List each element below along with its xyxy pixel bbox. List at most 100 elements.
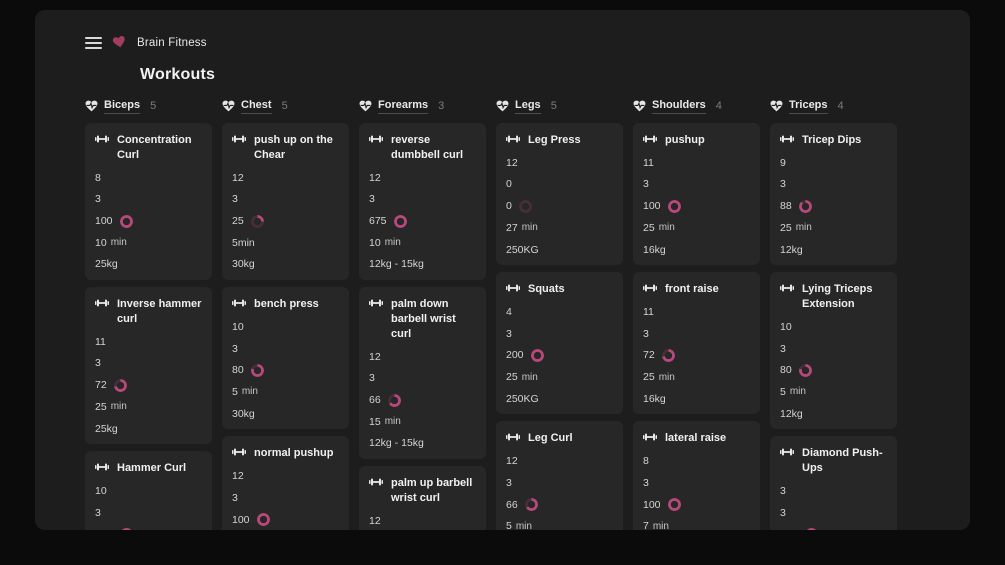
- dumbbell-icon: [232, 298, 246, 308]
- sets-value: 3: [232, 492, 339, 505]
- dumbbell-icon: [369, 298, 383, 308]
- reps-value: 10: [232, 321, 339, 334]
- sets-value: 3: [369, 372, 476, 385]
- column-count-badge: 5: [551, 100, 557, 112]
- time-unit: min: [659, 372, 675, 384]
- column-name: Chest: [241, 99, 272, 114]
- dumbbell-icon: [369, 134, 383, 144]
- workout-name: bench press: [254, 297, 319, 312]
- time-value: 5: [780, 386, 786, 399]
- progress-value: 0: [506, 200, 512, 213]
- weight-value: 30kg: [232, 408, 339, 421]
- time-stat: 27 min: [506, 222, 613, 235]
- column-header[interactable]: Triceps 4: [770, 98, 897, 114]
- column-count-badge: 4: [838, 100, 844, 112]
- time-value: 15: [369, 416, 381, 429]
- workout-board: Biceps 5 Concentration Curl 8 3 100 10: [85, 98, 970, 530]
- workout-card[interactable]: Lying Triceps Extension 10 3 80 5 min 12…: [770, 272, 897, 429]
- time-stat: 25 min: [95, 401, 202, 414]
- dumbbell-icon: [506, 134, 520, 144]
- heart-pulse-icon: [496, 100, 509, 112]
- workout-card[interactable]: Leg Press 12 0 0 27 min 250KG: [496, 123, 623, 265]
- time-unit: min: [516, 521, 532, 530]
- sets-value: 3: [506, 328, 613, 341]
- column-name: Shoulders: [652, 99, 706, 114]
- progress-value: 100: [95, 528, 113, 530]
- reps-value: 10: [95, 485, 202, 498]
- workout-card[interactable]: pushup 11 3 100 25 min 16kg: [633, 123, 760, 265]
- workout-name: Concentration Curl: [117, 133, 202, 163]
- workout-card[interactable]: Leg Curl 12 3 66 5 min 250KG: [496, 421, 623, 530]
- time-value: 7: [643, 520, 649, 530]
- dumbbell-icon: [506, 283, 520, 293]
- column-name: Triceps: [789, 99, 828, 114]
- workout-card[interactable]: bench press 10 3 80 5 min 30kg: [222, 287, 349, 429]
- time-unit: min: [796, 222, 812, 234]
- time-stat: 15 min: [369, 416, 476, 429]
- workout-card[interactable]: push up on the Chear 12 3 25 5min 30kg: [222, 123, 349, 280]
- progress-ring-icon: [799, 200, 812, 213]
- workout-card[interactable]: Squats 4 3 200 25 min 250KG: [496, 272, 623, 414]
- sets-value: 3: [95, 357, 202, 370]
- workout-card[interactable]: Concentration Curl 8 3 100 10 min 25kg: [85, 123, 212, 280]
- progress-value: 100: [643, 200, 661, 213]
- dumbbell-icon: [95, 462, 109, 472]
- sets-value: 3: [643, 178, 750, 191]
- time-unit: min: [242, 386, 258, 398]
- column-count-badge: 4: [716, 100, 722, 112]
- progress-stat: 66: [369, 394, 476, 407]
- dumbbell-icon: [369, 477, 383, 487]
- sets-value: 3: [780, 343, 887, 356]
- progress-value: 80: [780, 364, 792, 377]
- weight-value: 250KG: [506, 244, 613, 257]
- column-header[interactable]: Forearms 3: [359, 98, 486, 114]
- reps-value: 12: [369, 172, 476, 185]
- sets-value: 3: [232, 343, 339, 356]
- progress-value: 66: [506, 499, 518, 512]
- workout-card[interactable]: Tricep Dips 9 3 88 25 min 12kg: [770, 123, 897, 265]
- time-stat: 10 min: [95, 237, 202, 250]
- workout-column: Chest 5 push up on the Chear 12 3 25 5: [222, 98, 349, 530]
- time-unit: min: [522, 222, 538, 234]
- weight-value: 25kg: [95, 258, 202, 271]
- workout-card[interactable]: lateral raise 8 3 100 7 min 16kg: [633, 421, 760, 530]
- reps-value: 11: [95, 336, 202, 349]
- column-header[interactable]: Shoulders 4: [633, 98, 760, 114]
- time-value: 10: [95, 237, 107, 250]
- column-header[interactable]: Chest 5: [222, 98, 349, 114]
- progress-ring-icon: [120, 528, 133, 530]
- weight-value: 12kg - 15kg: [369, 258, 476, 271]
- workout-card[interactable]: palm up barbell wrist curl 12 3 91 15 mi…: [359, 466, 486, 530]
- column-name: Forearms: [378, 99, 428, 114]
- workout-name: palm up barbell wrist curl: [391, 476, 476, 506]
- workout-card[interactable]: reverse dumbbell curl 12 3 675 10 min 12…: [359, 123, 486, 280]
- workout-column: Legs 5 Leg Press 12 0 0 27 min: [496, 98, 623, 530]
- time-value: 5: [506, 520, 512, 530]
- workout-name: Leg Curl: [528, 431, 573, 446]
- workout-card[interactable]: palm down barbell wrist curl 12 3 66 15 …: [359, 287, 486, 459]
- progress-stat: 100: [95, 528, 202, 530]
- reps-value: 12: [232, 172, 339, 185]
- reps-value: 10: [780, 321, 887, 334]
- time-stat: 5min: [232, 237, 339, 250]
- sets-value: 0: [506, 178, 613, 191]
- progress-value: 200: [506, 349, 524, 362]
- time-value: 27: [506, 222, 518, 235]
- workout-name: Diamond Push-Ups: [802, 446, 887, 476]
- workout-card[interactable]: Inverse hammer curl 11 3 72 25 min 25kg: [85, 287, 212, 444]
- column-header[interactable]: Biceps 5: [85, 98, 212, 114]
- sets-value: 3: [780, 507, 887, 520]
- workout-card[interactable]: front raise 11 3 72 25 min 16kg: [633, 272, 760, 414]
- sets-value: 3: [506, 477, 613, 490]
- workout-card[interactable]: normal pushup 12 3 100 15 min 30kg: [222, 436, 349, 530]
- time-stat: 25 min: [643, 222, 750, 235]
- progress-ring-icon: [668, 200, 681, 213]
- column-header[interactable]: Legs 5: [496, 98, 623, 114]
- menu-icon[interactable]: [85, 37, 102, 49]
- app-title: Brain Fitness: [137, 37, 207, 49]
- progress-ring-icon: [799, 364, 812, 377]
- workout-card[interactable]: Diamond Push-Ups 3 3 266 10 min 12kg: [770, 436, 897, 530]
- workout-card[interactable]: Hammer Curl 10 3 100 15 min 25kg: [85, 451, 212, 530]
- dumbbell-icon: [643, 134, 657, 144]
- weight-value: 25kg: [95, 423, 202, 436]
